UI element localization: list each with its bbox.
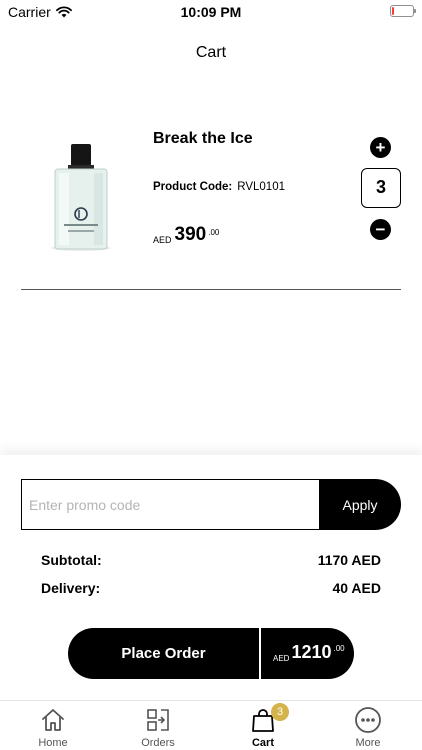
tab-orders[interactable]: Orders xyxy=(118,701,198,750)
total-amount: 1210 xyxy=(291,642,332,662)
place-order-button[interactable]: Place Order AED 1210 .00 xyxy=(68,628,354,679)
product-code-value: RVL0101 xyxy=(237,181,285,193)
page-title: Cart xyxy=(195,44,227,61)
delivery-row: Delivery: 40 AED xyxy=(41,580,381,596)
total-cents: .00 xyxy=(333,644,345,653)
place-order-label: Place Order xyxy=(121,645,206,662)
tab-cart-label: Cart xyxy=(251,737,274,749)
delivery-label: Delivery: xyxy=(41,580,101,596)
product-name: Break the Ice xyxy=(153,130,253,147)
subtotal-label: Subtotal: xyxy=(41,552,102,568)
tab-bar: Home Orders 3 Cart More xyxy=(0,700,422,750)
tab-home-label: Home xyxy=(38,737,68,749)
minus-icon[interactable]: − xyxy=(370,219,391,240)
more-icon xyxy=(355,707,381,733)
place-order-separator xyxy=(259,628,261,679)
total-currency: AED xyxy=(273,654,290,663)
perfume-bottle-icon xyxy=(51,144,111,251)
order-total: AED 1210 .00 xyxy=(273,642,345,663)
product-price: AED 390 .00 xyxy=(153,224,219,246)
delivery-value: 40 AED xyxy=(332,580,381,596)
plus-icon[interactable]: + xyxy=(370,137,391,158)
status-time: 10:09 PM xyxy=(180,4,242,20)
tab-orders-label: Orders xyxy=(141,737,175,749)
status-bar: Carrier 10:09 PM xyxy=(0,0,422,24)
cart-item: Break the Ice Product Code: RVL0101 AED … xyxy=(0,110,422,290)
promo-section: Apply xyxy=(21,479,401,530)
tab-cart[interactable]: 3 Cart xyxy=(223,701,303,750)
battery-level xyxy=(392,7,394,15)
promo-code-input[interactable] xyxy=(21,479,321,530)
tab-more-label: More xyxy=(355,737,381,749)
quantity-field[interactable]: 3 xyxy=(361,168,401,208)
cart-badge: 3 xyxy=(271,703,289,721)
product-code-row: Product Code: RVL0101 xyxy=(153,181,285,193)
product-code-label: Product Code: xyxy=(153,181,233,193)
subtotal-row: Subtotal: 1170 AED xyxy=(41,552,381,568)
item-divider xyxy=(21,289,401,290)
tab-more[interactable]: More xyxy=(328,701,408,750)
price-amount: 390 xyxy=(174,224,207,245)
battery-icon xyxy=(390,5,416,17)
orders-icon xyxy=(147,709,169,731)
tab-home[interactable]: Home xyxy=(13,701,93,750)
price-currency: AED xyxy=(153,235,172,245)
home-icon xyxy=(42,709,64,731)
subtotal-value: 1170 AED xyxy=(317,552,381,568)
apply-button[interactable]: Apply xyxy=(319,479,401,530)
price-cents: .00 xyxy=(208,228,220,237)
